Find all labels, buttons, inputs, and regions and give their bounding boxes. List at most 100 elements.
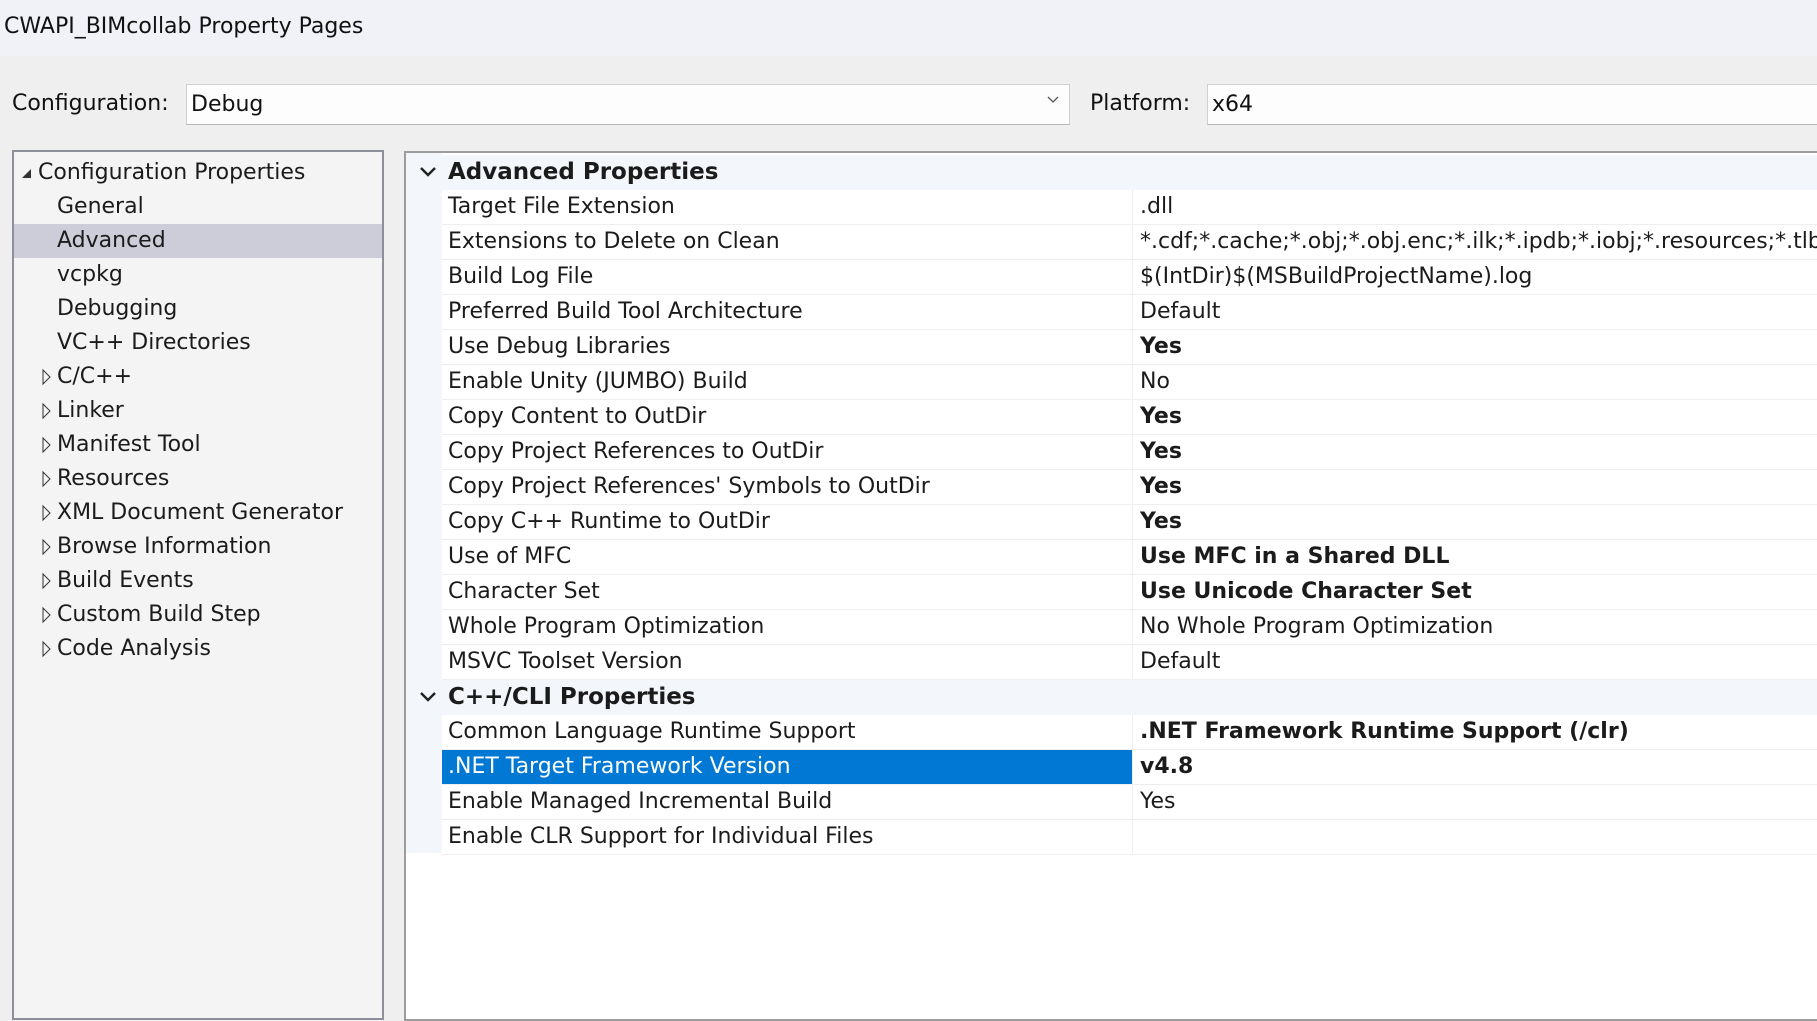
property-name[interactable]: Whole Program Optimization xyxy=(442,610,1133,644)
configuration-dropdown[interactable]: Debug xyxy=(186,84,1070,125)
group-header[interactable]: Advanced Properties xyxy=(406,155,1817,190)
property-name[interactable]: Copy Content to OutDir xyxy=(442,400,1133,434)
group-header[interactable]: C++/CLI Properties xyxy=(406,680,1817,715)
property-row[interactable]: Common Language Runtime Support .NET Fram… xyxy=(442,715,1817,750)
property-name[interactable]: Copy Project References to OutDir xyxy=(442,435,1133,469)
property-row[interactable]: Enable Managed Incremental Build Yes xyxy=(442,785,1817,820)
property-value[interactable]: Use Unicode Character Set xyxy=(1134,575,1472,609)
collapsed-triangle-icon[interactable] xyxy=(40,360,54,394)
property-name[interactable]: Use Debug Libraries xyxy=(442,330,1133,364)
property-row[interactable]: Build Log File $(IntDir)$(MSBuildProjectN… xyxy=(442,260,1817,295)
property-row[interactable]: Use Debug Libraries Yes xyxy=(442,330,1817,365)
property-row[interactable]: Copy C++ Runtime to OutDir Yes xyxy=(442,505,1817,540)
tree-item-build-events[interactable]: Build Events xyxy=(14,564,382,598)
grid-gutter xyxy=(406,153,442,853)
tree-item-label: VC++ Directories xyxy=(57,330,251,355)
property-value[interactable]: Yes xyxy=(1134,400,1182,434)
tree-item-code-analysis[interactable]: Code Analysis xyxy=(14,632,382,666)
collapsed-triangle-icon[interactable] xyxy=(40,394,54,428)
group-title: Advanced Properties xyxy=(448,159,719,185)
property-row[interactable]: .NET Target Framework Version v4.8 xyxy=(442,750,1817,785)
tree-item-resources[interactable]: Resources xyxy=(14,462,382,496)
tree-item-label: Debugging xyxy=(57,296,178,321)
tree-item-label: Custom Build Step xyxy=(57,602,261,627)
tree-item-linker[interactable]: Linker xyxy=(14,394,382,428)
property-name[interactable]: .NET Target Framework Version xyxy=(442,750,1133,784)
collapsed-triangle-icon[interactable] xyxy=(40,598,54,632)
property-row[interactable]: Target File Extension .dll xyxy=(442,190,1817,225)
configuration-label: Configuration: xyxy=(12,91,169,116)
tree-item-general[interactable]: General xyxy=(14,190,382,224)
property-name[interactable]: Use of MFC xyxy=(442,540,1133,574)
property-name[interactable]: Common Language Runtime Support xyxy=(442,715,1133,749)
configuration-bar: Configuration: Debug Platform: x64 xyxy=(0,56,1817,151)
property-name[interactable]: Preferred Build Tool Architecture xyxy=(442,295,1133,329)
property-value[interactable]: Yes xyxy=(1134,470,1182,504)
property-row[interactable]: Preferred Build Tool Architecture Default xyxy=(442,295,1817,330)
property-value[interactable]: Yes xyxy=(1134,435,1182,469)
property-value[interactable]: No xyxy=(1134,365,1170,399)
property-row[interactable]: Use of MFC Use MFC in a Shared DLL xyxy=(442,540,1817,575)
tree-item-debugging[interactable]: Debugging xyxy=(14,292,382,326)
chevron-down-icon[interactable] xyxy=(419,690,437,704)
tree-item-vc-directories[interactable]: VC++ Directories xyxy=(14,326,382,360)
tree-item-label: Resources xyxy=(57,466,170,491)
property-name[interactable]: Target File Extension xyxy=(442,190,1133,224)
collapsed-triangle-icon[interactable] xyxy=(40,496,54,530)
property-value[interactable]: Default xyxy=(1134,645,1220,679)
property-value[interactable]: $(IntDir)$(MSBuildProjectName).log xyxy=(1134,260,1532,294)
tree-item-advanced[interactable]: Advanced xyxy=(14,224,382,258)
property-value[interactable]: .NET Framework Runtime Support (/clr) xyxy=(1134,715,1629,749)
property-name[interactable]: Character Set xyxy=(442,575,1133,609)
tree-item-xml-document-generator[interactable]: XML Document Generator xyxy=(14,496,382,530)
property-value[interactable]: No Whole Program Optimization xyxy=(1134,610,1493,644)
property-name[interactable]: Extensions to Delete on Clean xyxy=(442,225,1133,259)
property-value[interactable]: v4.8 xyxy=(1134,750,1193,784)
tree-item-label: Linker xyxy=(57,398,124,423)
tree-item-vcpkg[interactable]: vcpkg xyxy=(14,258,382,292)
property-row[interactable]: Whole Program Optimization No Whole Progr… xyxy=(442,610,1817,645)
property-value[interactable]: Default xyxy=(1134,295,1220,329)
property-name[interactable]: Copy Project References' Symbols to OutD… xyxy=(442,470,1133,504)
property-tree: Configuration Properties General Advanced… xyxy=(12,150,384,1020)
tree-item-label: XML Document Generator xyxy=(57,500,343,525)
chevron-down-icon[interactable] xyxy=(419,165,437,179)
tree-item-c-c[interactable]: C/C++ xyxy=(14,360,382,394)
property-value[interactable]: Yes xyxy=(1134,785,1176,819)
property-value[interactable]: Yes xyxy=(1134,330,1182,364)
tree-item-label: Browse Information xyxy=(57,534,272,559)
tree-root-configuration-properties[interactable]: Configuration Properties xyxy=(14,156,382,190)
collapsed-triangle-icon[interactable] xyxy=(40,632,54,666)
property-row[interactable]: Copy Content to OutDir Yes xyxy=(442,400,1817,435)
property-value[interactable]: Yes xyxy=(1134,505,1182,539)
tree-item-label: vcpkg xyxy=(57,262,123,287)
property-row[interactable]: Enable Unity (JUMBO) Build No xyxy=(442,365,1817,400)
collapsed-triangle-icon[interactable] xyxy=(40,428,54,462)
platform-dropdown[interactable]: x64 xyxy=(1207,84,1817,125)
collapsed-triangle-icon[interactable] xyxy=(40,462,54,496)
property-row[interactable]: Copy Project References' Symbols to OutD… xyxy=(442,470,1817,505)
property-row[interactable]: Enable CLR Support for Individual Files xyxy=(442,820,1817,855)
property-name[interactable]: Build Log File xyxy=(442,260,1133,294)
property-name[interactable]: Enable CLR Support for Individual Files xyxy=(442,820,1133,854)
property-row[interactable]: Character Set Use Unicode Character Set xyxy=(442,575,1817,610)
collapsed-triangle-icon[interactable] xyxy=(40,530,54,564)
tree-item-browse-information[interactable]: Browse Information xyxy=(14,530,382,564)
property-name[interactable]: Enable Managed Incremental Build xyxy=(442,785,1133,819)
expanded-triangle-icon[interactable] xyxy=(20,156,34,190)
collapsed-triangle-icon[interactable] xyxy=(40,564,54,598)
tree-item-label: Code Analysis xyxy=(57,636,211,661)
property-name[interactable]: Copy C++ Runtime to OutDir xyxy=(442,505,1133,539)
property-name[interactable]: MSVC Toolset Version xyxy=(442,645,1133,679)
property-value[interactable] xyxy=(1134,820,1140,854)
tree-item-label: Manifest Tool xyxy=(57,432,201,457)
tree-item-custom-build-step[interactable]: Custom Build Step xyxy=(14,598,382,632)
property-value[interactable]: *.cdf;*.cache;*.obj;*.obj.enc;*.ilk;*.ip… xyxy=(1134,225,1817,259)
property-value[interactable]: .dll xyxy=(1134,190,1173,224)
property-value[interactable]: Use MFC in a Shared DLL xyxy=(1134,540,1449,574)
property-row[interactable]: Extensions to Delete on Clean *.cdf;*.cac… xyxy=(442,225,1817,260)
property-name[interactable]: Enable Unity (JUMBO) Build xyxy=(442,365,1133,399)
property-row[interactable]: Copy Project References to OutDir Yes xyxy=(442,435,1817,470)
tree-item-manifest-tool[interactable]: Manifest Tool xyxy=(14,428,382,462)
property-row[interactable]: MSVC Toolset Version Default xyxy=(442,645,1817,680)
